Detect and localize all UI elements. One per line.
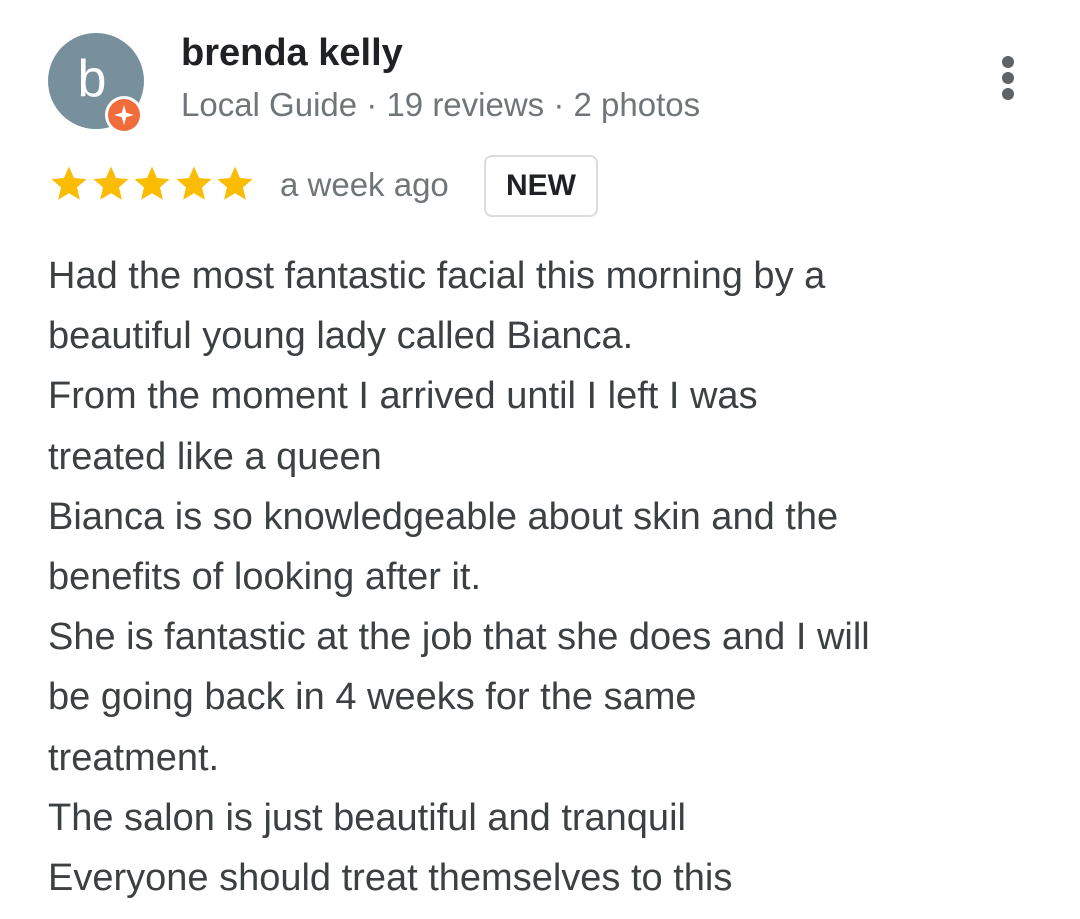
reviewer-name[interactable]: brenda kelly xyxy=(181,32,403,75)
star-icon xyxy=(134,166,170,200)
more-vert-icon xyxy=(1002,56,1014,68)
new-badge: NEW xyxy=(484,155,598,217)
review-card: b brenda kelly Local Guide · 19 reviews … xyxy=(0,0,1080,919)
review-line: Everyone should treat themselves to this xyxy=(48,857,733,900)
review-time: a week ago xyxy=(280,166,449,203)
review-line: Had the most fantastic facial this morni… xyxy=(48,255,826,297)
review-line: From the moment I arrived until I left I… xyxy=(48,375,758,418)
review-line: treatment. xyxy=(48,736,220,779)
review-line: be going back in 4 weeks for the same xyxy=(48,676,697,719)
more-options-button[interactable] xyxy=(988,50,1028,106)
star-icon xyxy=(93,166,128,200)
review-line: treated like a queen xyxy=(48,435,382,478)
review-line: Bianca is so knowledgeable about skin an… xyxy=(48,495,839,538)
local-guide-badge xyxy=(105,96,143,134)
star-icon xyxy=(176,166,211,200)
star-icon xyxy=(217,166,253,200)
local-guide-star-icon xyxy=(108,99,140,131)
review-line: beautiful young lady called Bianca. xyxy=(48,315,634,358)
more-vert-icon-dot xyxy=(1002,88,1014,100)
more-vert-icon-dot xyxy=(1002,72,1014,84)
review-text: Had the most fantastic facial this morni… xyxy=(48,246,1048,908)
star-rating xyxy=(48,163,256,207)
avatar-letter: b xyxy=(77,50,107,108)
review-line: The salon is just beautiful and tranquil xyxy=(48,796,686,839)
review-line: She is fantastic at the job that she doe… xyxy=(48,616,870,659)
star-icon xyxy=(51,166,87,200)
reviewer-meta[interactable]: Local Guide · 19 reviews · 2 photos xyxy=(181,86,700,124)
review-line: benefits of looking after it. xyxy=(48,556,482,599)
